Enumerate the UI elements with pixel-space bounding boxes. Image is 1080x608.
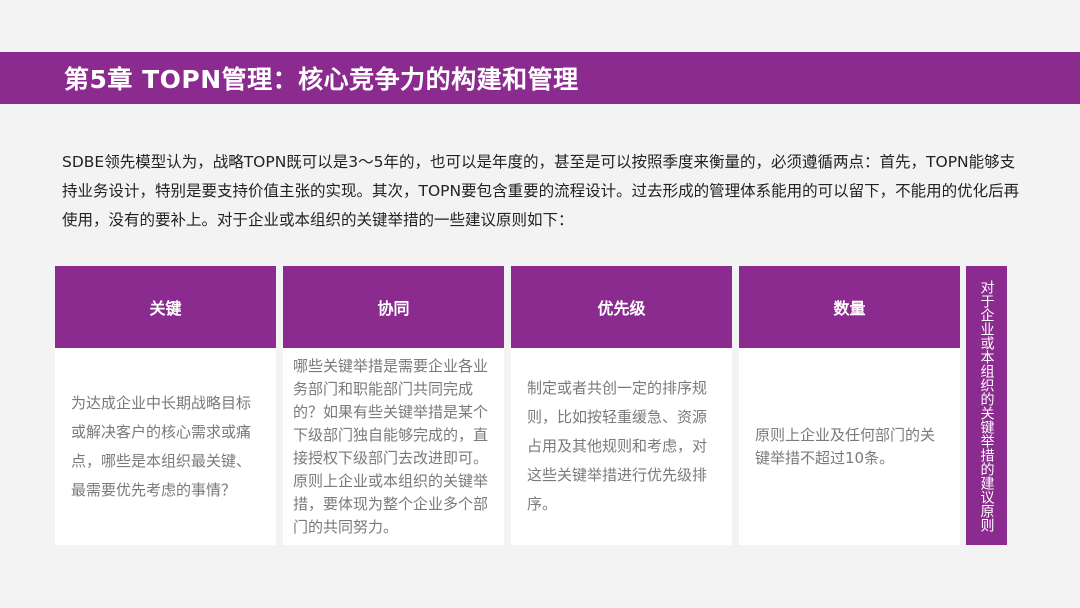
principle-card-text: 哪些关键举措是需要企业各业务部门和职能部门共同完成的？如果有些关键举措是某个下级…: [293, 356, 489, 536]
side-label-text: 对于企业或本组织的关键举措的建议原则: [978, 279, 995, 532]
principle-card-header: 关键: [55, 266, 276, 348]
principle-card-text: 原则上企业及任何部门的关键举措不超过10条。: [755, 425, 936, 467]
principle-card-key: 关键 为达成企业中长期战略目标或解决客户的核心需求或痛点，哪些是本组织最关键、最…: [55, 266, 276, 545]
principle-card-collaboration: 协同 哪些关键举措是需要企业各业务部门和职能部门共同完成的？如果有些关键举措是某…: [283, 266, 504, 545]
principle-card-header: 优先级: [511, 266, 732, 348]
side-label-bar: 对于企业或本组织的关键举措的建议原则: [966, 266, 1007, 545]
intro-paragraph: SDBE领先模型认为，战略TOPN既可以是3～5年的，也可以是年度的，甚至是可以…: [62, 153, 1020, 229]
principle-card-priority: 优先级 制定或者共创一定的排序规则，比如按轻重缓急、资源占用及其他规则和考虑，对…: [511, 266, 732, 545]
principle-card-body: 哪些关键举措是需要企业各业务部门和职能部门共同完成的？如果有些关键举措是某个下级…: [283, 348, 504, 545]
principle-card-title: 数量: [833, 299, 866, 318]
principle-card-title: 优先级: [597, 299, 646, 318]
page-title: 第5章 TOPN管理：核心竞争力的构建和管理: [64, 65, 579, 94]
chapter-header-bar: 第5章 TOPN管理：核心竞争力的构建和管理: [0, 52, 1080, 104]
intro-paragraph-block: SDBE领先模型认为，战略TOPN既可以是3～5年的，也可以是年度的，甚至是可以…: [62, 148, 1028, 235]
principle-card-header: 数量: [739, 266, 960, 348]
principle-card-body: 原则上企业及任何部门的关键举措不超过10条。: [739, 348, 960, 545]
principle-card-quantity: 数量 原则上企业及任何部门的关键举措不超过10条。: [739, 266, 960, 545]
principle-card-text: 制定或者共创一定的排序规则，比如按轻重缓急、资源占用及其他规则和考虑，对这些关键…: [527, 379, 708, 513]
principle-card-title: 协同: [377, 299, 410, 318]
principle-card-body: 制定或者共创一定的排序规则，比如按轻重缓急、资源占用及其他规则和考虑，对这些关键…: [511, 348, 732, 545]
principle-card-header: 协同: [283, 266, 504, 348]
principle-card-body: 为达成企业中长期战略目标或解决客户的核心需求或痛点，哪些是本组织最关键、最需要优…: [55, 348, 276, 545]
principle-card-text: 为达成企业中长期战略目标或解决客户的核心需求或痛点，哪些是本组织最关键、最需要优…: [71, 393, 252, 499]
principle-card-title: 关键: [149, 299, 182, 318]
